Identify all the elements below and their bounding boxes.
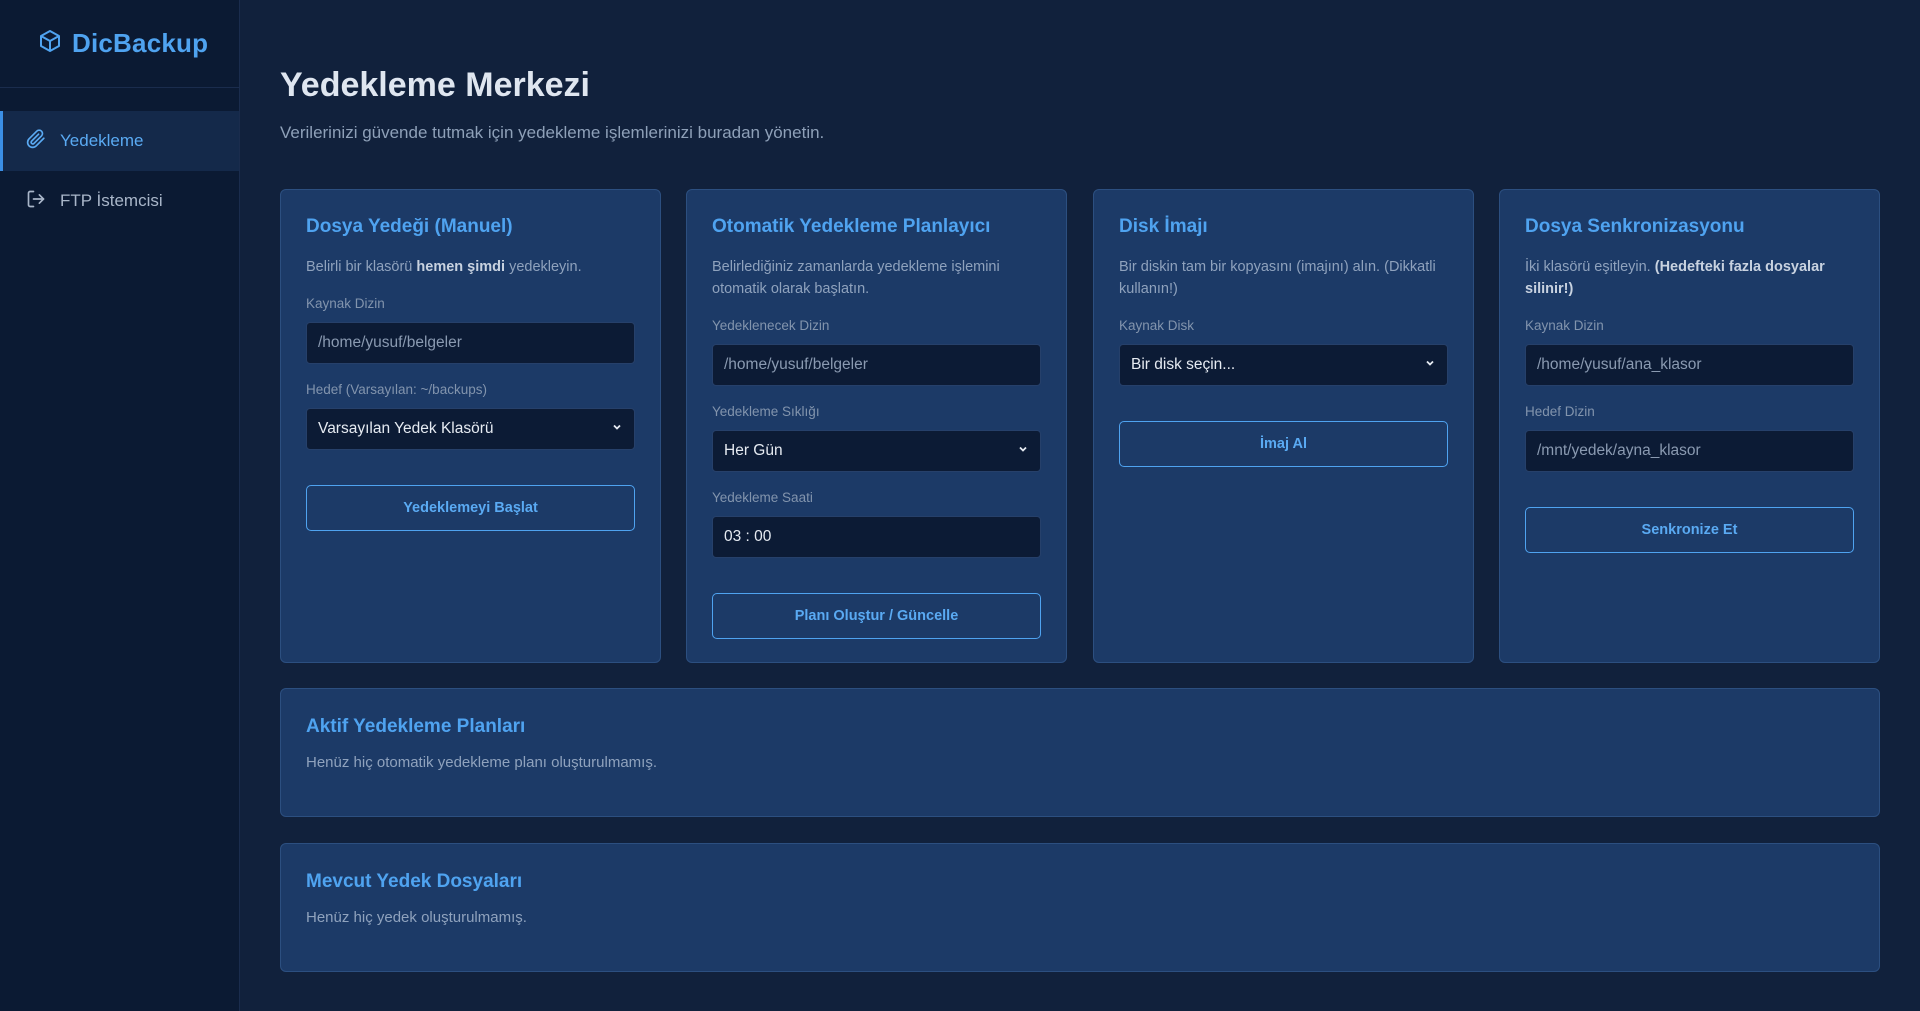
sidebar-nav: Yedekleme FTP İstemcisi — [0, 111, 239, 231]
create-plan-button[interactable]: Planı Oluştur / Güncelle — [712, 593, 1041, 639]
sidebar-item-label: FTP İstemcisi — [60, 191, 163, 210]
sidebar-item-label: Yedekleme — [60, 131, 144, 150]
card-title: Disk İmajı — [1119, 216, 1208, 237]
source-dir-input[interactable]: /home/yusuf/ana_klasor — [1525, 344, 1854, 386]
sidebar: DicBackup Yedekleme FTP İstemcisi — [0, 0, 240, 1011]
scheduler-card: Otomatik Yedekleme Planlayıcı Belirlediğ… — [686, 189, 1067, 663]
source-dir-input[interactable]: /home/yusuf/belgeler — [306, 322, 635, 364]
card-description: Belirlediğiniz zamanlarda yedekleme işle… — [712, 259, 1000, 297]
action-cards: Dosya Yedeği (Manuel) Belirli bir klasör… — [280, 189, 1880, 663]
backup-files-panel: Mevcut Yedek Dosyaları Henüz hiç yedek o… — [280, 843, 1880, 972]
card-title: Dosya Yedeği (Manuel) — [306, 216, 513, 237]
sidebar-item-ftp[interactable]: FTP İstemcisi — [0, 171, 239, 231]
cube-icon — [38, 29, 72, 58]
frequency-label: Yedekleme Sıklığı — [712, 404, 820, 419]
panel-title: Aktif Yedekleme Planları — [306, 716, 526, 737]
page-subtitle: Verilerinizi güvende tutmak için yedekle… — [280, 123, 825, 142]
source-disk-select[interactable]: Bir disk seçin... — [1119, 344, 1448, 386]
card-title: Otomatik Yedekleme Planlayıcı — [712, 216, 991, 237]
card-description: Belirli bir klasörü hemen şimdi yedekley… — [306, 259, 582, 275]
target-dir-label: Hedef Dizin — [1525, 404, 1595, 419]
empty-state-text: Henüz hiç yedek oluşturulmamış. — [306, 909, 527, 926]
backup-dir-input[interactable]: /home/yusuf/belgeler — [712, 344, 1041, 386]
source-dir-label: Kaynak Dizin — [306, 296, 385, 311]
paperclip-icon — [26, 128, 60, 154]
chevron-down-icon — [1017, 442, 1029, 460]
sync-card: Dosya Senkronizasyonu İki klasörü eşitle… — [1499, 189, 1880, 663]
target-dir-label: Hedef (Varsayılan: ~/backups) — [306, 382, 487, 397]
panel-title: Mevcut Yedek Dosyaları — [306, 871, 523, 892]
disk-image-card: Disk İmajı Bir diskin tam bir kopyasını … — [1093, 189, 1474, 663]
main-content: Yedekleme Merkezi Verilerinizi güvende t… — [280, 0, 1880, 972]
source-disk-label: Kaynak Disk — [1119, 318, 1195, 333]
sync-button[interactable]: Senkronize Et — [1525, 507, 1854, 553]
sidebar-item-yedekleme[interactable]: Yedekleme — [0, 111, 239, 171]
card-description: Bir diskin tam bir kopyasını (imajını) a… — [1119, 259, 1436, 297]
time-input[interactable]: 03 : 00 — [712, 516, 1041, 558]
card-title: Dosya Senkronizasyonu — [1525, 216, 1745, 237]
brand-name: DicBackup — [72, 28, 209, 58]
empty-state-text: Henüz hiç otomatik yedekleme planı oluşt… — [306, 754, 657, 771]
backup-dir-label: Yedeklenecek Dizin — [712, 318, 830, 333]
source-dir-label: Kaynak Dizin — [1525, 318, 1604, 333]
start-backup-button[interactable]: Yedeklemeyi Başlat — [306, 485, 635, 531]
chevron-down-icon — [1424, 356, 1436, 374]
card-description: İki klasörü eşitleyin. (Hedefteki fazla … — [1525, 259, 1825, 297]
active-plans-panel: Aktif Yedekleme Planları Henüz hiç otoma… — [280, 688, 1880, 817]
target-dir-input[interactable]: /mnt/yedek/ayna_klasor — [1525, 430, 1854, 472]
brand[interactable]: DicBackup — [0, 0, 239, 88]
target-dir-select[interactable]: Varsayılan Yedek Klasörü — [306, 408, 635, 450]
sign-out-icon — [26, 189, 60, 214]
page-title: Yedekleme Merkezi — [280, 66, 590, 104]
frequency-select[interactable]: Her Gün — [712, 430, 1041, 472]
time-label: Yedekleme Saati — [712, 490, 813, 505]
chevron-down-icon — [611, 420, 623, 438]
take-image-button[interactable]: İmaj Al — [1119, 421, 1448, 467]
manual-backup-card: Dosya Yedeği (Manuel) Belirli bir klasör… — [280, 189, 661, 663]
